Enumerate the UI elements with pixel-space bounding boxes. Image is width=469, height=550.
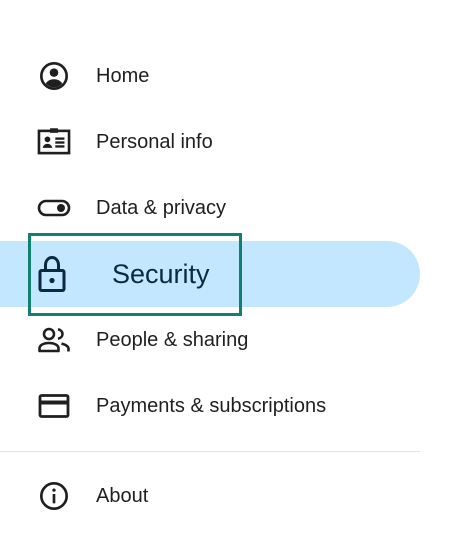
toggle-icon — [36, 190, 72, 226]
sidebar-item-label: Payments & subscriptions — [96, 394, 327, 417]
sidebar-item-payments-subscriptions[interactable]: Payments & subscriptions — [0, 373, 420, 439]
nav-divider — [0, 451, 420, 452]
sidebar-item-label: People & sharing — [96, 328, 249, 351]
sidebar-item-people-sharing[interactable]: People & sharing — [0, 307, 420, 373]
sidebar-item-security[interactable]: Security — [0, 241, 420, 307]
people-icon — [36, 322, 72, 358]
sidebar-item-label: About — [96, 484, 149, 507]
sidebar-item-personal-info[interactable]: Personal info — [0, 109, 420, 175]
info-icon — [36, 478, 72, 514]
sidebar-item-label: Security — [112, 258, 210, 289]
sidebar-item-label: Home — [96, 64, 150, 87]
account-circle-icon — [36, 58, 72, 94]
credit-card-icon — [36, 388, 72, 424]
sidebar-item-data-privacy[interactable]: Data & privacy — [0, 175, 420, 241]
lock-icon — [34, 255, 70, 292]
sidebar-item-label: Personal info — [96, 130, 213, 153]
sidebar-item-about[interactable]: About — [0, 463, 420, 529]
id-card-icon — [36, 124, 72, 160]
side-navigation: Home Personal info Data & privacy Securi… — [0, 0, 469, 550]
sidebar-item-home[interactable]: Home — [0, 43, 420, 109]
sidebar-item-label: Data & privacy — [96, 196, 227, 219]
